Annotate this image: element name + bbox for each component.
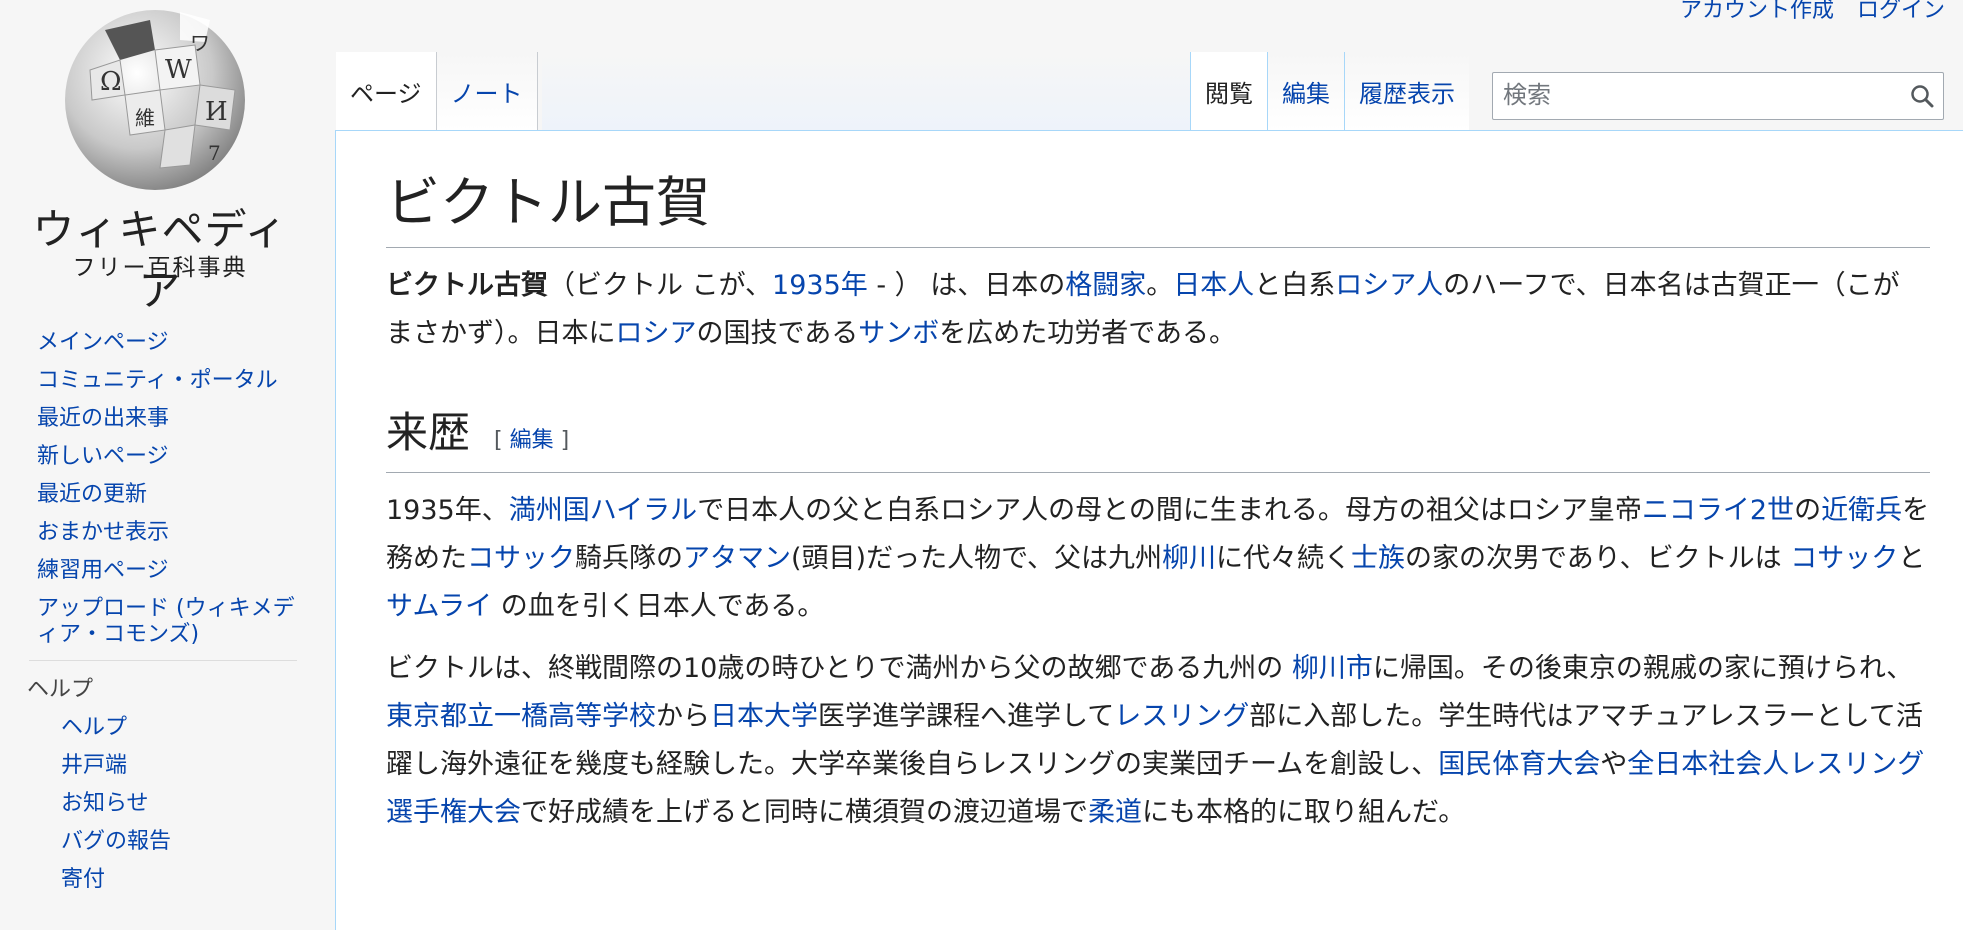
sidebar-item-current-events[interactable]: 最近の出来事 — [37, 406, 307, 432]
link-sambo[interactable]: サンボ — [858, 318, 939, 349]
sidebar-item-help[interactable]: ヘルプ — [61, 715, 307, 741]
lead-text: （ビクトル こが、 — [548, 270, 773, 301]
link-hitotsubashi-high-school[interactable]: 東京都立一橋高等学校 — [386, 701, 656, 732]
sidebar-item-bug-report[interactable]: バグの報告 — [61, 829, 307, 855]
lead-bold-title: ビクトル古賀 — [386, 270, 548, 301]
sidebar-item-new-pages[interactable]: 新しいページ — [37, 444, 307, 470]
para-text: にも本格的に取り組んだ。 — [1142, 797, 1466, 828]
sidebar-help-heading[interactable]: ヘルプ — [27, 671, 307, 703]
search-input[interactable] — [1493, 73, 1903, 117]
link-shizoku[interactable]: 士族 — [1351, 543, 1405, 574]
tab-talk[interactable]: ノート — [436, 52, 538, 130]
sidebar-item-main-page[interactable]: メインページ — [37, 330, 307, 356]
login-link[interactable]: ログイン — [1857, 0, 1945, 23]
view-tabs: 閲覧 編集 履歴表示 — [1190, 52, 1469, 130]
sidebar-item-donate[interactable]: 寄付 — [61, 867, 307, 893]
para-text: で好成績を上げると同時に横須賀の渡辺道場で — [521, 797, 1088, 828]
link-martial-artist[interactable]: 格闘家 — [1065, 270, 1146, 301]
history-paragraph-1: 1935年、満州国ハイラルで日本人の父と白系ロシア人の母との間に生まれる。母方の… — [386, 487, 1930, 631]
link-russians[interactable]: ロシア人 — [1335, 270, 1443, 301]
wikipedia-logo[interactable]: Ω W И 維 ワ 7 ウィキペディア フリー百科事典 — [30, 0, 290, 315]
search-box — [1492, 72, 1944, 120]
para-text: 医学進学課程へ進学して — [818, 701, 1115, 732]
para-text: 騎兵隊の — [575, 543, 683, 574]
para-text: に帰国。その後東京の親戚の家に預けられ、 — [1372, 653, 1914, 684]
svg-text:ワ: ワ — [190, 31, 210, 55]
para-text: の家の次男であり、ビクトルは — [1405, 543, 1791, 574]
link-yanagawa-city[interactable]: 柳川市 — [1292, 653, 1373, 684]
lead-text: - ） は、日本の — [867, 270, 1066, 301]
link-cossack-2[interactable]: コサック — [1790, 543, 1898, 574]
article-content: ビクトル古賀 ビクトル古賀（ビクトル こが、1935年 - ） は、日本の格闘家… — [335, 130, 1963, 930]
lead-text: の国技である — [696, 318, 859, 349]
sidebar-item-random[interactable]: おまかせ表示 — [37, 520, 307, 546]
section-edit-button[interactable]: 編集 — [510, 428, 554, 453]
sidebar-item-recent-changes[interactable]: 最近の更新 — [37, 482, 307, 508]
para-text: 1935年、 — [386, 495, 509, 526]
svg-text:維: 維 — [135, 106, 155, 130]
link-nicholas-ii[interactable]: ニコライ2世 — [1642, 495, 1794, 526]
lead-text: と白系 — [1254, 270, 1336, 301]
para-text: から — [656, 701, 710, 732]
link-japanese[interactable]: 日本人 — [1173, 270, 1254, 301]
svg-text:W: W — [165, 55, 192, 85]
link-nihon-university[interactable]: 日本大学 — [710, 701, 818, 732]
namespace-tabs: ページ ノート — [336, 52, 538, 130]
search-icon[interactable] — [1909, 83, 1935, 109]
tab-edit[interactable]: 編集 — [1267, 52, 1344, 130]
tab-bar-background — [542, 52, 1192, 131]
link-imperial-guard[interactable]: 近衛兵 — [1821, 495, 1902, 526]
logo-tagline: フリー百科事典 — [72, 255, 248, 281]
para-text: で日本人の父と白系ロシア人の母との間に生まれる。母方の祖父はロシア皇帝 — [697, 495, 1642, 526]
sidebar-help-list: ヘルプ 井戸端 お知らせ バグの報告 寄付 — [37, 715, 307, 893]
section-heading-history: 来歴 [ 編集 ] — [386, 406, 1930, 473]
para-text: ビクトルは、終戦間際の10歳の時ひとりで満州から父の故郷である九州の — [386, 653, 1292, 684]
link-russia[interactable]: ロシア — [616, 318, 697, 349]
svg-text:И: И — [205, 97, 228, 127]
sidebar-item-community-portal[interactable]: コミュニティ・ポータル — [37, 368, 307, 394]
svg-text:7: 7 — [208, 141, 221, 165]
para-text: の — [1794, 495, 1822, 526]
personal-tools: アカウント作成 ログイン — [1664, 0, 1945, 24]
link-wrestling[interactable]: レスリング — [1114, 701, 1249, 732]
lead-text: 。 — [1146, 270, 1174, 301]
sidebar: メインページ コミュニティ・ポータル 最近の出来事 新しいページ 最近の更新 お… — [27, 330, 307, 905]
section-title: 来歴 — [386, 408, 471, 457]
link-1935[interactable]: 1935年 — [772, 270, 868, 301]
tab-read[interactable]: 閲覧 — [1190, 52, 1267, 130]
para-text: と — [1898, 543, 1926, 574]
link-samurai[interactable]: サムライ — [386, 591, 492, 622]
sidebar-item-sandbox[interactable]: 練習用ページ — [37, 558, 307, 584]
create-account-link[interactable]: アカウント作成 — [1680, 0, 1834, 23]
sidebar-item-village-pump[interactable]: 井戸端 — [61, 753, 307, 779]
link-ataman[interactable]: アタマン — [683, 543, 791, 574]
puzzle-globe-icon: Ω W И 維 ワ 7 — [65, 10, 245, 190]
sidebar-divider — [29, 660, 297, 661]
tab-history[interactable]: 履歴表示 — [1344, 52, 1469, 130]
link-hailar[interactable]: 満州国ハイラル — [509, 495, 697, 526]
para-text: (頭目)だった人物で、父は九州 — [791, 543, 1162, 574]
para-text: に代々続く — [1216, 543, 1351, 574]
link-yanagawa[interactable]: 柳川 — [1162, 543, 1216, 574]
link-judo[interactable]: 柔道 — [1088, 797, 1142, 828]
page-title: ビクトル古賀 — [386, 171, 1930, 248]
lead-paragraph: ビクトル古賀（ビクトル こが、1935年 - ） は、日本の格闘家。日本人と白系… — [386, 262, 1930, 358]
section-edit-link: [ 編集 ] — [494, 428, 570, 453]
link-national-sports-festival[interactable]: 国民体育大会 — [1438, 749, 1600, 780]
lead-text: を広めた功労者である。 — [939, 318, 1236, 349]
para-text: の血を引く日本人である。 — [492, 591, 825, 622]
svg-text:Ω: Ω — [100, 67, 122, 97]
sidebar-item-upload[interactable]: アップロード (ウィキメディア・コモンズ) — [37, 596, 307, 648]
link-cossack[interactable]: コサック — [467, 543, 575, 574]
tab-page[interactable]: ページ — [336, 52, 437, 130]
para-text: や — [1600, 749, 1628, 780]
sidebar-item-notices[interactable]: お知らせ — [61, 791, 307, 817]
history-paragraph-2: ビクトルは、終戦間際の10歳の時ひとりで満州から父の故郷である九州の 柳川市に帰… — [386, 645, 1930, 837]
